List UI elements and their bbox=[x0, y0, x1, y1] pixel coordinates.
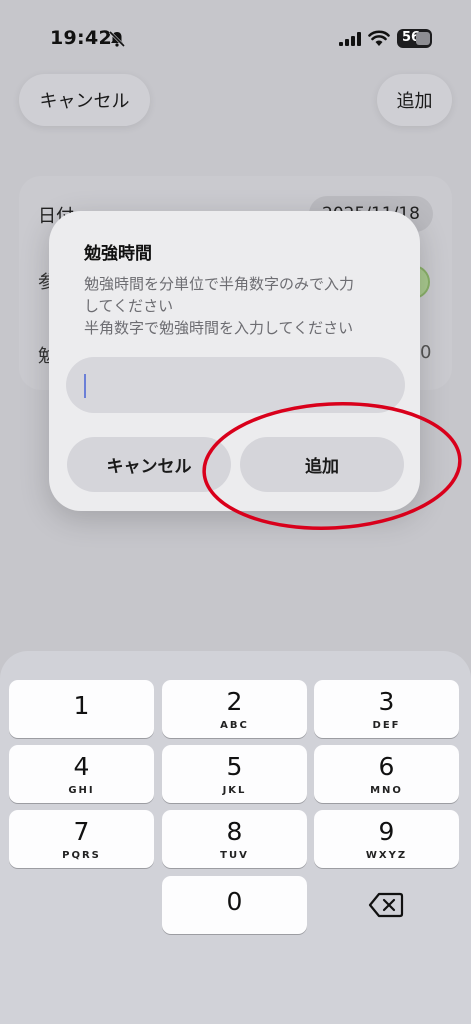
key-digit: 3 bbox=[378, 687, 395, 716]
key-digit: 4 bbox=[73, 752, 90, 781]
key-letters: JKL bbox=[222, 785, 247, 796]
key-0[interactable]: 0 bbox=[162, 876, 307, 934]
dialog-cancel-button[interactable]: キャンセル bbox=[67, 437, 231, 492]
row3-value: 0 bbox=[420, 342, 432, 363]
number-keypad: 1 2 ABC 3 DEF 4 GHI 5 JKL 6 MNO 7 PQRS 8… bbox=[0, 651, 471, 1024]
key-2[interactable]: 2 ABC bbox=[162, 680, 307, 738]
battery-level: 56 bbox=[402, 30, 421, 45]
nav-cancel-button[interactable]: キャンセル bbox=[19, 74, 150, 126]
bell-slash-icon bbox=[108, 30, 126, 48]
study-time-dialog: 勉強時間 勉強時間を分単位で半角数字のみで入力 してください 半角数字で勉強時間… bbox=[49, 211, 420, 511]
dialog-message-line: 半角数字で勉強時間を入力してください bbox=[84, 319, 354, 337]
key-digit: 2 bbox=[226, 687, 243, 716]
key-letters: PQRS bbox=[62, 850, 101, 861]
key-1[interactable]: 1 bbox=[9, 680, 154, 738]
nav-add-button[interactable]: 追加 bbox=[377, 74, 452, 126]
app-screen: 19:42 56 キャンセル 追加 日付 2025/11/18 参 勉 0 bbox=[0, 0, 471, 1024]
key-digit: 0 bbox=[226, 887, 243, 916]
dialog-message: 勉強時間を分単位で半角数字のみで入力 してください 半角数字で勉強時間を入力して… bbox=[84, 273, 404, 339]
key-letters: ABC bbox=[220, 720, 249, 731]
status-bar: 19:42 56 bbox=[0, 0, 471, 64]
key-letters: MNO bbox=[370, 785, 403, 796]
study-time-input[interactable] bbox=[66, 357, 405, 413]
key-letters: TUV bbox=[220, 850, 249, 861]
text-caret bbox=[84, 374, 86, 398]
key-5[interactable]: 5 JKL bbox=[162, 745, 307, 803]
key-digit: 6 bbox=[378, 752, 395, 781]
key-digit: 9 bbox=[378, 817, 395, 846]
key-8[interactable]: 8 TUV bbox=[162, 810, 307, 868]
cellular-signal-icon bbox=[339, 32, 361, 46]
key-digit: 8 bbox=[226, 817, 243, 846]
dialog-title: 勉強時間 bbox=[84, 244, 152, 264]
key-letters: DEF bbox=[372, 720, 401, 731]
battery-icon: 56 bbox=[397, 29, 432, 48]
dialog-message-line: してください bbox=[84, 297, 174, 315]
status-time: 19:42 bbox=[50, 27, 112, 49]
key-4[interactable]: 4 GHI bbox=[9, 745, 154, 803]
key-digit: 1 bbox=[73, 691, 90, 720]
key-3[interactable]: 3 DEF bbox=[314, 680, 459, 738]
dialog-add-button[interactable]: 追加 bbox=[240, 437, 404, 492]
key-7[interactable]: 7 PQRS bbox=[9, 810, 154, 868]
dialog-message-line: 勉強時間を分単位で半角数字のみで入力 bbox=[84, 275, 355, 293]
key-letters: GHI bbox=[68, 785, 95, 796]
key-letters: WXYZ bbox=[365, 850, 408, 861]
wifi-icon bbox=[368, 30, 390, 46]
delete-backspace-icon[interactable] bbox=[368, 891, 404, 919]
key-6[interactable]: 6 MNO bbox=[314, 745, 459, 803]
key-digit: 7 bbox=[73, 817, 90, 846]
key-digit: 5 bbox=[226, 752, 243, 781]
key-9[interactable]: 9 WXYZ bbox=[314, 810, 459, 868]
